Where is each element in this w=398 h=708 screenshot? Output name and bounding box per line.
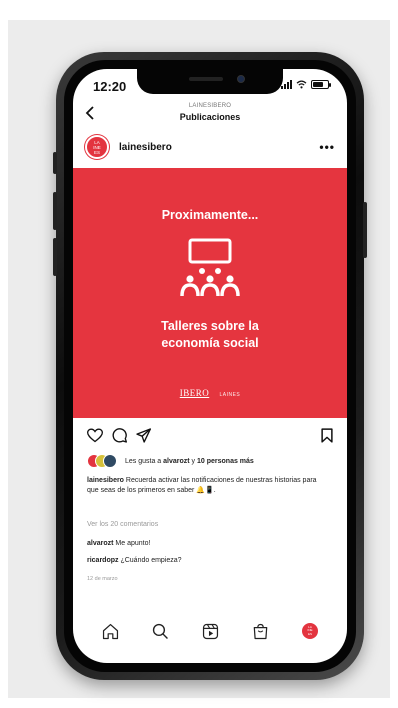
comment: alvarozt Me apunto!: [87, 540, 150, 547]
search-icon[interactable]: [148, 619, 172, 643]
tab-avatar-text: LA INE ES: [307, 624, 313, 636]
reels-icon[interactable]: [198, 619, 222, 643]
screen: 12:20 LAINESIBERO Publicaciones LA INE E…: [73, 69, 347, 663]
likes-prefix: Les gusta a: [125, 457, 164, 465]
power-button: [363, 202, 367, 258]
notch: [137, 69, 283, 94]
mute-switch: [53, 152, 57, 174]
profile-avatar: LA INE ES: [302, 623, 318, 639]
post-date: 12 de marzo: [87, 576, 118, 582]
liker-avatar: [103, 454, 117, 468]
volume-up-button: [53, 192, 57, 230]
comment-user[interactable]: alvarozt: [87, 540, 113, 547]
comment-text: ¿Cuándo empieza?: [118, 557, 182, 564]
post-body-line-2: economía social: [161, 336, 259, 350]
header-account: LAINESIBERO: [188, 103, 232, 109]
comment-user[interactable]: ricardopz: [87, 557, 119, 564]
view-comments-link[interactable]: Ver los 20 comentarios: [87, 521, 158, 528]
front-camera: [237, 75, 245, 83]
wifi-icon: [296, 80, 307, 89]
heart-icon[interactable]: [87, 427, 103, 443]
laines-logo: LAINES: [219, 392, 241, 398]
likes-row[interactable]: Les gusta a alvarozt y 10 personas más: [87, 453, 337, 469]
speaker-grille: [189, 77, 223, 81]
status-icons: [281, 80, 331, 89]
post-body: Talleres sobre la economía social: [73, 318, 347, 352]
likes-text: Les gusta a alvarozt y 10 personas más: [125, 458, 254, 465]
shop-icon[interactable]: [248, 619, 272, 643]
comment: ricardopz ¿Cuándo empieza?: [87, 557, 182, 564]
likes-others[interactable]: 10 personas más: [197, 458, 254, 465]
bookmark-icon[interactable]: [321, 427, 333, 443]
phone-frame: 12:20 LAINESIBERO Publicaciones LA INE E…: [53, 52, 367, 680]
page-title: Publicaciones: [179, 112, 241, 122]
post-caption: lainesibero Recuerda activar las notific…: [87, 476, 325, 495]
post-logos: IBERO LAINES: [73, 388, 347, 398]
bottom-tab-bar: LA INE ES: [73, 615, 347, 647]
home-icon[interactable]: [98, 619, 122, 643]
likes-connector: y: [189, 457, 197, 465]
volume-down-button: [53, 238, 57, 276]
comment-icon[interactable]: [112, 427, 127, 443]
page-header: LAINESIBERO Publicaciones: [73, 103, 347, 127]
post-heading: Proximamente...: [161, 208, 259, 222]
post-actions: [87, 425, 333, 445]
more-dots-icon[interactable]: •••: [319, 140, 335, 154]
post-author-row: LA INE ES lainesibero •••: [85, 133, 335, 161]
workshop-presentation-icon: [180, 238, 240, 297]
profile-tab[interactable]: LA INE ES: [298, 619, 322, 643]
battery-icon: [311, 80, 331, 89]
avatar[interactable]: LA INE ES: [85, 135, 109, 159]
ibero-logo: IBERO: [179, 388, 210, 398]
post-body-line-1: Talleres sobre la: [161, 319, 259, 333]
likes-user[interactable]: alvarozt: [163, 458, 189, 465]
avatar-text: LA INE ES: [93, 139, 101, 155]
post-image[interactable]: Proximamente... Talleres sobre la econom…: [73, 168, 347, 418]
caption-username[interactable]: lainesibero: [87, 477, 124, 484]
status-time: 12:20: [93, 79, 127, 94]
send-icon[interactable]: [136, 427, 151, 443]
author-username[interactable]: lainesibero: [119, 142, 172, 153]
comment-text: Me apunto!: [113, 540, 151, 547]
